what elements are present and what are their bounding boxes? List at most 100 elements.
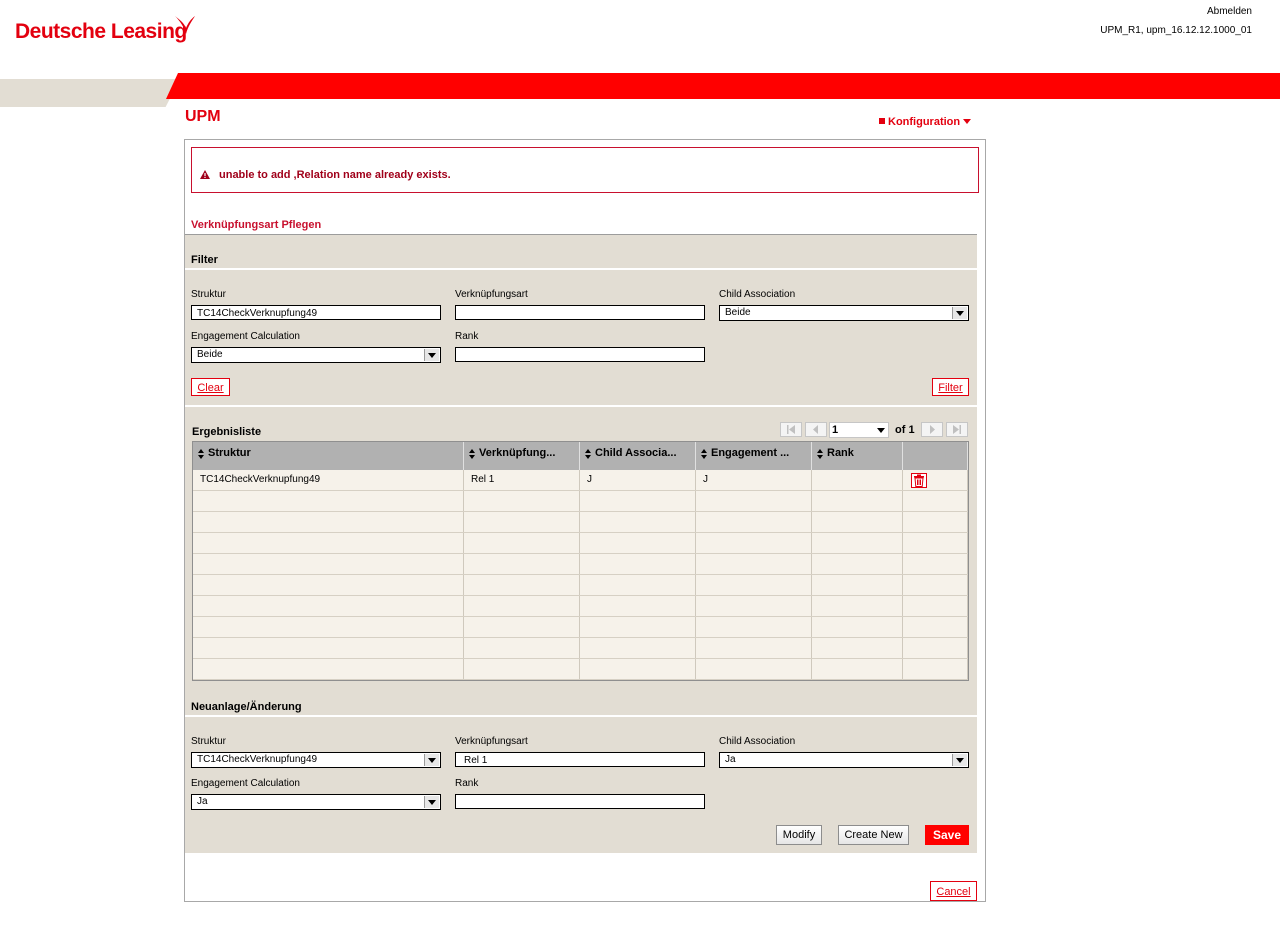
filter-engagement-value: Beide [197, 349, 223, 360]
column-header[interactable]: Struktur [193, 442, 464, 470]
table-cell [903, 638, 968, 658]
sort-icon [198, 449, 204, 459]
table-cell [193, 617, 464, 637]
table-cell [903, 554, 968, 574]
last-page-button[interactable] [946, 422, 968, 437]
table-cell [696, 659, 812, 679]
column-header-label: Struktur [208, 447, 251, 459]
table-cell [464, 596, 580, 616]
edit-verknuepfungsart-label: Verknüpfungsart [455, 736, 528, 747]
config-menu-label: Konfiguration [888, 116, 961, 128]
save-button[interactable]: Save [925, 825, 969, 845]
caret-down-icon [963, 119, 972, 124]
edit-rank-label: Rank [455, 778, 479, 789]
table-row [193, 659, 968, 680]
column-header-label: Rank [827, 447, 854, 459]
page-count: of 1 [895, 424, 915, 436]
dropdown-arrow-icon [424, 796, 439, 808]
table-cell [193, 575, 464, 595]
table-cell [580, 638, 696, 658]
chevron-down-icon [877, 428, 885, 433]
app-title: UPM [185, 108, 221, 125]
column-header-label: Child Associa... [595, 447, 677, 459]
edit-title: Neuanlage/Änderung [191, 701, 302, 713]
column-header[interactable]: Rank [812, 442, 903, 470]
filter-struktur-input[interactable]: TC14CheckVerknupfung49 [191, 305, 441, 320]
page-select[interactable]: 1 [829, 422, 889, 438]
table-row [193, 638, 968, 659]
table-cell [193, 512, 464, 532]
column-header[interactable]: Engagement ... [696, 442, 812, 470]
config-menu[interactable]: Konfiguration [879, 116, 972, 128]
table-cell [580, 617, 696, 637]
table-cell [696, 638, 812, 658]
filter-button[interactable]: Filter [932, 378, 969, 396]
filter-rank-input[interactable] [455, 347, 705, 362]
first-page-button[interactable] [780, 422, 802, 437]
results-table: Struktur Verknüpfung... Child Associa... En… [192, 441, 969, 681]
filter-child-assoc-select[interactable]: Beide [719, 305, 969, 321]
edit-struktur-select[interactable]: TC14CheckVerknupfung49 [191, 752, 441, 768]
table-cell [464, 512, 580, 532]
table-cell [464, 659, 580, 679]
table-cell [464, 554, 580, 574]
table-cell [580, 575, 696, 595]
results-title: Ergebnisliste [192, 426, 262, 438]
table-cell [580, 659, 696, 679]
error-message: unable to add ,Relation name already exi… [219, 169, 451, 181]
table-cell [903, 512, 968, 532]
trash-icon [914, 474, 924, 487]
logo-text: Deutsche Leasing [15, 20, 187, 43]
prev-page-button[interactable] [805, 422, 827, 437]
table-cell [696, 554, 812, 574]
table-cell: TC14CheckVerknupfung49 [193, 470, 464, 490]
first-page-icon [787, 425, 795, 434]
table-row [193, 575, 968, 596]
table-cell: J [580, 470, 696, 490]
table-cell [696, 491, 812, 511]
table-cell [903, 491, 968, 511]
dropdown-arrow-icon [424, 349, 439, 361]
edit-verknuepfungsart-input[interactable]: Rel 1 [455, 752, 705, 767]
delete-row-button[interactable] [911, 473, 927, 488]
create-new-button[interactable]: Create New [838, 825, 909, 845]
prev-page-icon [813, 425, 818, 434]
column-header-actions [903, 442, 968, 470]
table-cell [812, 470, 903, 490]
table-cell: J [696, 470, 812, 490]
table-cell [696, 596, 812, 616]
section-title: Verknüpfungsart Pflegen [191, 219, 322, 231]
edit-rank-input[interactable] [455, 794, 705, 809]
sort-icon [817, 449, 823, 459]
edit-engagement-value: Ja [197, 796, 208, 807]
table-cell [812, 512, 903, 532]
table-cell [193, 659, 464, 679]
table-cell [464, 533, 580, 553]
table-row[interactable]: TC14CheckVerknupfung49 Rel 1JJ [193, 470, 968, 491]
filter-verknuepfungsart-input[interactable] [455, 305, 705, 320]
table-cell: Rel 1 [464, 470, 580, 490]
cancel-button[interactable]: Cancel [930, 881, 977, 901]
table-cell [812, 638, 903, 658]
edit-struktur-value: TC14CheckVerknupfung49 [197, 754, 318, 765]
filter-child-assoc-label: Child Association [719, 289, 796, 300]
edit-child-assoc-select[interactable]: Ja [719, 752, 969, 768]
warning-icon [200, 170, 210, 179]
edit-engagement-label: Engagement Calculation [191, 778, 300, 789]
header-band-grey [0, 79, 180, 107]
edit-engagement-select[interactable]: Ja [191, 794, 441, 810]
table-row [193, 554, 968, 575]
edit-struktur-label: Struktur [191, 736, 227, 747]
logout-link[interactable]: Abmelden [1207, 6, 1252, 17]
column-header[interactable]: Child Associa... [580, 442, 696, 470]
modify-button[interactable]: Modify [776, 825, 822, 845]
table-cell [580, 491, 696, 511]
bullet-icon [879, 118, 885, 124]
next-page-button[interactable] [921, 422, 943, 437]
column-header[interactable]: Verknüpfung... [464, 442, 580, 470]
table-row [193, 617, 968, 638]
table-cell [464, 617, 580, 637]
filter-engagement-select[interactable]: Beide [191, 347, 441, 363]
table-row [193, 596, 968, 617]
clear-button[interactable]: Clear [191, 378, 230, 396]
